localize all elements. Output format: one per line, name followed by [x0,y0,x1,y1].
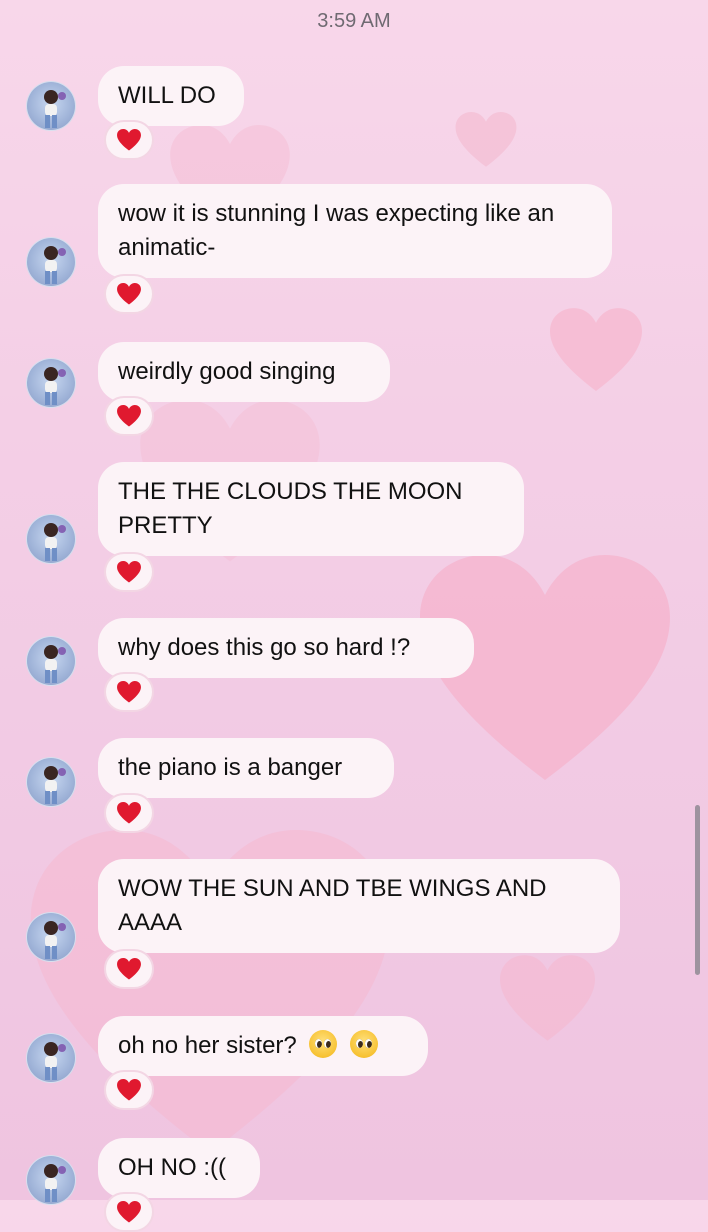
heart-reaction[interactable] [104,1070,154,1110]
red-heart-icon [117,129,141,151]
message-bubble[interactable]: OH NO :(( [98,1138,260,1198]
avatar[interactable] [26,237,76,287]
heart-reaction[interactable] [104,793,154,833]
avatar[interactable] [26,636,76,686]
message-timestamp: 3:59 AM [317,10,391,32]
message-text: oh no her sister? [118,1032,297,1059]
background-heart-top [455,112,517,167]
red-heart-icon [117,958,141,980]
avatar[interactable] [26,358,76,408]
message-bubble[interactable]: why does this go so hard !? [98,618,474,678]
message-bubble[interactable]: THE THE CLOUDS THE MOON PRETTY [98,462,524,556]
heart-reaction[interactable] [104,120,154,160]
message-bubble[interactable]: the piano is a banger [98,738,394,798]
heart-reaction[interactable] [104,949,154,989]
red-heart-icon [117,561,141,583]
avatar[interactable] [26,1033,76,1083]
pleading-face-emoji [350,1030,379,1058]
avatar[interactable] [26,912,76,962]
pleading-face-emoji [309,1030,338,1058]
heart-reaction[interactable] [104,672,154,712]
background-heart-right [500,955,595,1041]
scrollbar[interactable] [695,805,700,975]
avatar[interactable] [26,1155,76,1205]
red-heart-icon [117,1201,141,1223]
red-heart-icon [117,405,141,427]
message-bubble[interactable]: WILL DO [98,66,244,126]
heart-reaction[interactable] [104,274,154,314]
heart-reaction[interactable] [104,396,154,436]
red-heart-icon [117,283,141,305]
red-heart-icon [117,802,141,824]
message-bubble[interactable]: weirdly good singing [98,342,390,402]
heart-reaction[interactable] [104,1192,154,1232]
heart-reaction[interactable] [104,552,154,592]
avatar[interactable] [26,757,76,807]
message-bubble[interactable]: wow it is stunning I was expecting like … [98,184,612,278]
avatar[interactable] [26,81,76,131]
red-heart-icon [117,681,141,703]
background-heart-small [550,308,642,391]
message-bubble[interactable]: WOW THE SUN AND TBE WINGS AND AAAA [98,859,620,953]
message-bubble[interactable]: oh no her sister? [98,1016,428,1076]
red-heart-icon [117,1079,141,1101]
avatar[interactable] [26,514,76,564]
